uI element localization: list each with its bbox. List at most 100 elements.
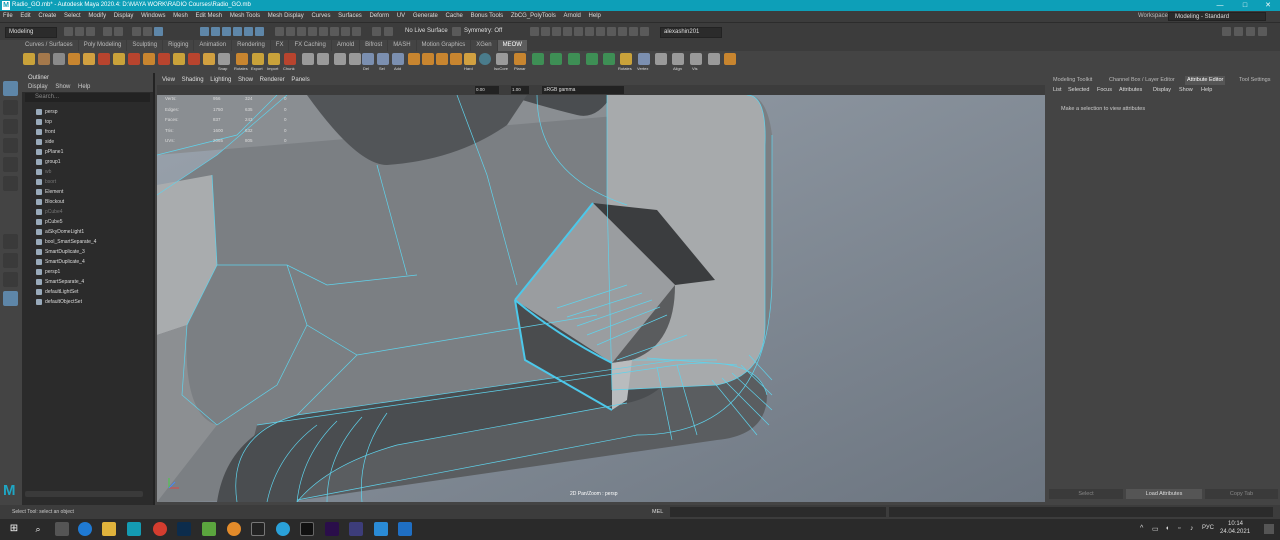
attribute-editor-toggle-icon[interactable] [1246, 27, 1255, 36]
import-tool-icon[interactable] [268, 53, 280, 65]
depth-of-field-icon[interactable] [618, 27, 627, 36]
tray-display-icon[interactable]: ▫ [1178, 525, 1180, 532]
menu-create[interactable]: Create [38, 13, 56, 19]
close-button[interactable]: ✕ [1258, 0, 1278, 11]
undo-icon[interactable] [103, 27, 112, 36]
shelf-tool-10-icon[interactable] [158, 53, 170, 65]
shelf-tool-8-icon[interactable] [128, 53, 140, 65]
antialiasing-icon[interactable] [607, 27, 616, 36]
ae-menu-attributes[interactable]: Attributes [1119, 86, 1142, 95]
hypershade-icon[interactable] [330, 27, 339, 36]
lights-icon[interactable] [574, 27, 583, 36]
save-scene-icon[interactable] [86, 27, 95, 36]
menu-mesh-tools[interactable]: Mesh Tools [230, 13, 260, 19]
menu-select[interactable]: Select [64, 13, 81, 19]
shelf-tool-22-icon[interactable] [349, 53, 361, 65]
xray-icon[interactable] [530, 27, 539, 36]
textured-icon[interactable] [563, 27, 572, 36]
ae-menu-selected[interactable]: Selected [1068, 86, 1089, 95]
menu-mesh-display[interactable]: Mesh Display [268, 13, 304, 19]
wireframe-icon[interactable] [541, 27, 550, 36]
outliner-menu-help[interactable]: Help [78, 84, 90, 90]
make-live-icon[interactable] [255, 27, 264, 36]
shelf-tool-35-icon[interactable] [568, 53, 580, 65]
exposure-field[interactable]: 0.00 [475, 86, 499, 94]
redo-icon[interactable] [114, 27, 123, 36]
outliner-horizontal-scrollbar[interactable] [25, 491, 143, 497]
add-tool-icon[interactable] [392, 53, 404, 65]
tray-volume-icon[interactable]: ◖ [1165, 525, 1169, 532]
edge-browser-icon[interactable] [78, 522, 92, 536]
paint-select-tool-icon[interactable] [3, 119, 18, 134]
vis-tool-icon[interactable] [690, 53, 702, 65]
shelf-tab-arnold[interactable]: Arnold [331, 40, 360, 51]
symmetry-label[interactable]: Symmetry: Off [464, 28, 502, 34]
shelf-tab-motion-graphics[interactable]: Motion Graphics [416, 40, 471, 51]
input-line-icon[interactable] [372, 27, 381, 36]
viewport-menu-panels[interactable]: Panels [291, 77, 309, 83]
shelf-tool-12-icon[interactable] [188, 53, 200, 65]
menu-uv[interactable]: UV [397, 13, 405, 19]
search-icon[interactable]: ⌕ [31, 522, 45, 536]
snap-grid-icon[interactable] [200, 27, 209, 36]
viewport-menu-view[interactable]: View [162, 77, 175, 83]
ae-menu-list[interactable]: List [1053, 86, 1062, 95]
shelf-tool-19-icon[interactable] [302, 53, 314, 65]
user-account-dropdown[interactable]: alexashin201 [660, 27, 722, 38]
ae-menu-display[interactable]: Display [1153, 86, 1171, 95]
task-view-icon[interactable] [55, 522, 69, 536]
menu-edit[interactable]: Edit [20, 13, 30, 19]
tray-chevron-icon[interactable]: ^ [1140, 525, 1143, 532]
shelf-tool-20-icon[interactable] [317, 53, 329, 65]
command-input[interactable] [670, 507, 886, 517]
menu-help[interactable]: Help [589, 13, 601, 19]
light-editor-icon[interactable] [352, 27, 361, 36]
ae-select-button[interactable]: Select [1049, 489, 1123, 499]
app-blue-icon[interactable] [374, 522, 388, 536]
isolate-select-icon[interactable] [640, 27, 649, 36]
tray-speaker-icon[interactable]: ♪ [1190, 525, 1194, 532]
shelf-tool-2-icon[interactable] [38, 53, 50, 65]
lasso-tool-icon[interactable] [3, 100, 18, 115]
sel-tool-icon[interactable] [377, 53, 389, 65]
app-green-icon[interactable] [202, 522, 216, 536]
new-scene-icon[interactable] [64, 27, 73, 36]
shelf-tab-rigging[interactable]: Rigging [163, 40, 194, 51]
select-hierarchy-icon[interactable] [132, 27, 141, 36]
panel-layout-icon[interactable] [1222, 27, 1231, 36]
shelf-tool-9-icon[interactable] [143, 53, 155, 65]
shelf-tab-xgen[interactable]: XGen [471, 40, 497, 51]
menu-cache[interactable]: Cache [446, 13, 463, 19]
notifications-icon[interactable] [1264, 524, 1274, 534]
open-scene-icon[interactable] [75, 27, 84, 36]
ae-menu-help[interactable]: Help [1201, 86, 1212, 95]
shelf-tool-27-icon[interactable] [422, 53, 434, 65]
construction-history-icon[interactable] [275, 27, 284, 36]
hud-icon[interactable] [629, 27, 638, 36]
snap-view-plane-icon[interactable] [244, 27, 253, 36]
tray-language[interactable]: РУС [1202, 525, 1214, 531]
maya-taskbar-icon[interactable] [127, 522, 141, 536]
tool-settings-toggle-icon[interactable] [1258, 27, 1267, 36]
outliner-menu-display[interactable]: Display [28, 84, 48, 90]
menu-display[interactable]: Display [114, 13, 134, 19]
gamma-field[interactable]: 1.00 [511, 86, 529, 94]
photoshop-icon[interactable] [177, 522, 191, 536]
shelf-tool-33-icon[interactable] [532, 53, 544, 65]
colorspace-dropdown[interactable]: sRGB gamma [542, 86, 624, 94]
premiere-icon[interactable] [325, 522, 339, 536]
tab-tool-settings[interactable]: Tool Settings [1239, 76, 1271, 85]
menu-surfaces[interactable]: Surfaces [338, 13, 362, 19]
ipr-render-icon[interactable] [308, 27, 317, 36]
ae-load-attributes-button[interactable]: Load Attributes [1126, 489, 1202, 499]
tray-time[interactable]: 10:14 [1228, 521, 1243, 527]
menu-arnold[interactable]: Arnold [564, 13, 581, 19]
shelf-tool-21-icon[interactable] [334, 53, 346, 65]
select-tool-icon[interactable] [3, 81, 18, 96]
chunk-tool-icon[interactable] [284, 53, 296, 65]
tab-modeling-toolkit[interactable]: Modeling Toolkit [1053, 76, 1092, 85]
shelf-tool-1-icon[interactable] [23, 53, 35, 65]
shelf-tool-11-icon[interactable] [173, 53, 185, 65]
select-component-icon[interactable] [154, 27, 163, 36]
single-perspective-view-icon[interactable] [3, 234, 18, 249]
